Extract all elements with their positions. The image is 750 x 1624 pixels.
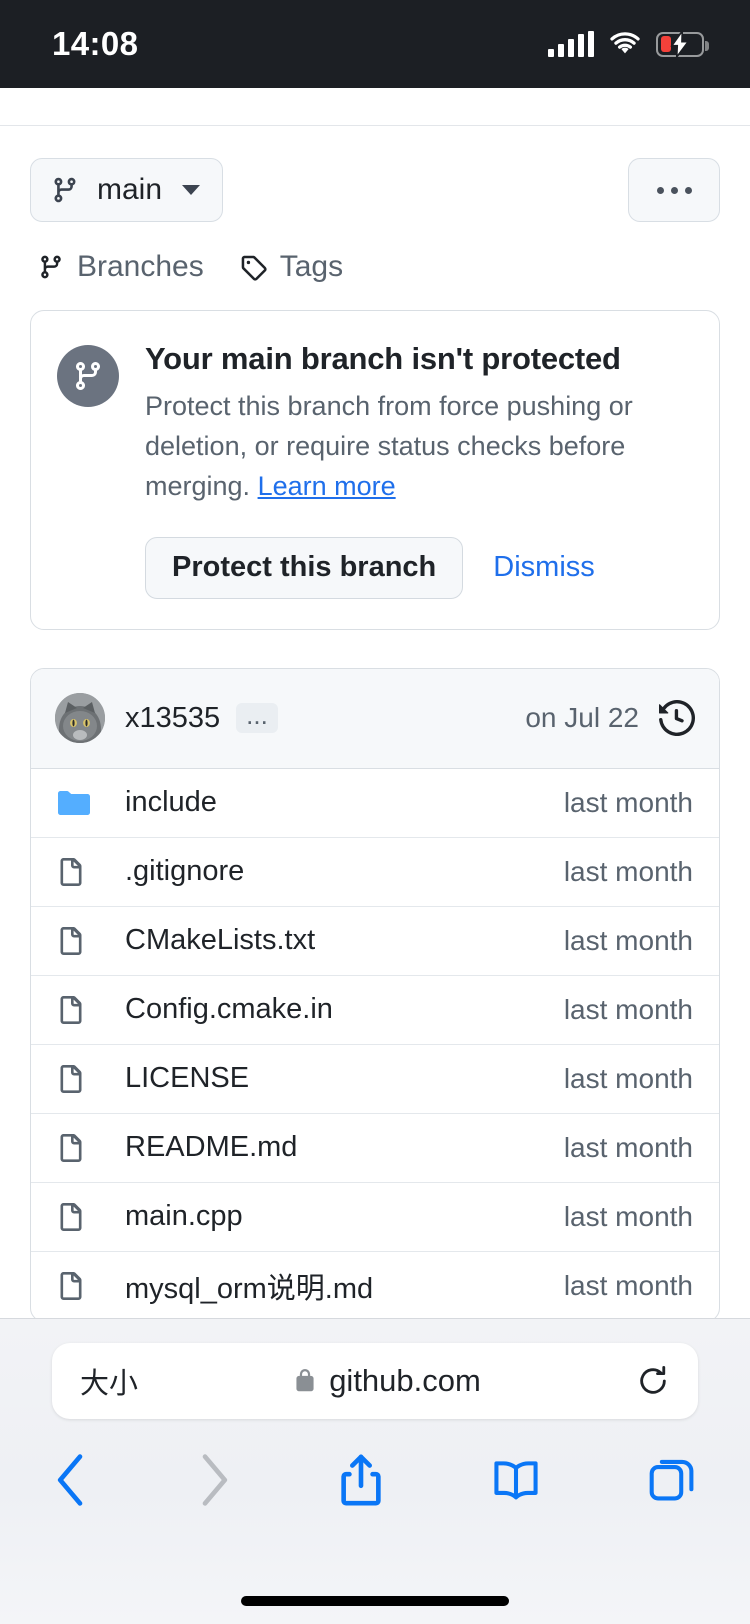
commit-author[interactable]: x13535 bbox=[125, 702, 220, 735]
notice-body: Your main branch isn't protected Protect… bbox=[145, 341, 691, 599]
folder-icon bbox=[57, 789, 97, 817]
commit-message-badge[interactable]: ... bbox=[236, 702, 278, 734]
notice-title: Your main branch isn't protected bbox=[145, 341, 621, 376]
repo-more-button[interactable] bbox=[628, 158, 720, 222]
history-icon[interactable] bbox=[659, 700, 695, 737]
table-row[interactable]: Config.cmake.in last month bbox=[31, 976, 719, 1045]
chevron-down-icon bbox=[182, 185, 201, 195]
share-button[interactable] bbox=[339, 1453, 383, 1507]
url-display[interactable]: github.com bbox=[138, 1363, 636, 1399]
bookmarks-button[interactable] bbox=[492, 1456, 540, 1504]
file-name[interactable]: LICENSE bbox=[125, 1062, 564, 1095]
table-row[interactable]: README.md last month bbox=[31, 1114, 719, 1183]
file-name[interactable]: README.md bbox=[125, 1131, 564, 1164]
branch-name-label: main bbox=[97, 173, 163, 206]
table-row[interactable]: main.cpp last month bbox=[31, 1183, 719, 1252]
file-rows: include last month .gitignore last month bbox=[31, 769, 719, 1318]
file-name[interactable]: Config.cmake.in bbox=[125, 993, 564, 1026]
file-name[interactable]: .gitignore bbox=[125, 855, 564, 888]
notice-description: Protect this branch from force pushing o… bbox=[145, 387, 691, 507]
address-bar[interactable]: 大小 github.com bbox=[52, 1343, 698, 1419]
branch-selector-button[interactable]: main bbox=[30, 158, 224, 222]
file-name[interactable]: mysql_orm说明.md bbox=[125, 1265, 564, 1307]
branches-link[interactable]: Branches bbox=[38, 250, 204, 284]
table-row[interactable]: mysql_orm说明.md last month bbox=[31, 1252, 719, 1318]
page-top-divider bbox=[0, 88, 750, 126]
file-icon bbox=[57, 1131, 97, 1165]
page-settings-button[interactable]: 大小 bbox=[80, 1360, 138, 1402]
file-time: last month bbox=[563, 786, 693, 818]
lock-icon bbox=[296, 1369, 314, 1392]
file-time: last month bbox=[563, 924, 693, 956]
file-time: last month bbox=[563, 855, 693, 887]
battery-charging-low-icon bbox=[656, 31, 709, 57]
file-icon bbox=[57, 1269, 97, 1303]
file-time: last month bbox=[563, 1270, 693, 1302]
file-icon bbox=[57, 993, 97, 1027]
tag-icon bbox=[241, 255, 267, 281]
file-time: last month bbox=[563, 1062, 693, 1094]
file-name[interactable]: main.cpp bbox=[125, 1200, 564, 1233]
safari-browser-chrome: 大小 github.com bbox=[0, 1318, 750, 1624]
file-icon bbox=[57, 924, 97, 958]
tabs-button[interactable] bbox=[648, 1456, 696, 1504]
branch-toolbar: main bbox=[30, 126, 720, 222]
branch-protection-notice: Your main branch isn't protected Protect… bbox=[30, 310, 720, 630]
phone-screen: 14:08 main Branches Tags Your main branc… bbox=[0, 0, 750, 1624]
file-time: last month bbox=[563, 993, 693, 1025]
tags-link[interactable]: Tags bbox=[240, 250, 343, 284]
file-time: last month bbox=[563, 1131, 693, 1163]
commit-date: on Jul 22 bbox=[525, 702, 639, 734]
latest-commit-header: x13535 ... on Jul 22 bbox=[31, 668, 719, 769]
table-row[interactable]: LICENSE last month bbox=[31, 1045, 719, 1114]
status-bar: 14:08 bbox=[0, 0, 750, 88]
notice-actions: Protect this branch Dismiss bbox=[145, 536, 691, 599]
status-bar-time: 14:08 bbox=[52, 25, 139, 62]
webpage-viewport: main Branches Tags Your main branch isn'… bbox=[0, 88, 750, 1318]
forward-button[interactable] bbox=[197, 1453, 231, 1507]
git-branch-icon bbox=[41, 255, 61, 279]
dismiss-button[interactable]: Dismiss bbox=[493, 551, 595, 584]
file-icon bbox=[57, 855, 97, 889]
protect-this-branch-button[interactable]: Protect this branch bbox=[145, 536, 464, 599]
git-branch-icon bbox=[54, 177, 76, 203]
file-icon bbox=[57, 1062, 97, 1096]
file-icon bbox=[57, 1200, 97, 1234]
safari-toolbar bbox=[0, 1419, 750, 1507]
file-time: last month bbox=[563, 1200, 693, 1232]
status-bar-indicators bbox=[548, 31, 709, 57]
file-list-table: x13535 ... on Jul 22 include last month … bbox=[30, 667, 720, 1318]
back-button[interactable] bbox=[54, 1453, 88, 1507]
table-row[interactable]: .gitignore last month bbox=[31, 838, 719, 907]
reload-icon[interactable] bbox=[636, 1364, 670, 1398]
refs-nav: Branches Tags bbox=[30, 222, 720, 310]
wifi-icon bbox=[610, 32, 640, 54]
file-name[interactable]: CMakeLists.txt bbox=[125, 924, 564, 957]
repo-content: main Branches Tags Your main branch isn'… bbox=[0, 126, 750, 1318]
learn-more-link[interactable]: Learn more bbox=[258, 471, 396, 501]
table-row[interactable]: CMakeLists.txt last month bbox=[31, 907, 719, 976]
avatar[interactable] bbox=[55, 693, 105, 744]
file-name[interactable]: include bbox=[125, 786, 564, 819]
url-text: github.com bbox=[329, 1363, 481, 1398]
tags-label: Tags bbox=[279, 250, 344, 283]
shield-branch-icon bbox=[57, 345, 119, 407]
home-indicator bbox=[241, 1596, 509, 1606]
kebab-horizontal-icon bbox=[656, 186, 664, 194]
cellular-signal-icon bbox=[548, 31, 594, 57]
branches-label: Branches bbox=[77, 250, 204, 283]
table-row[interactable]: include last month bbox=[31, 769, 719, 838]
